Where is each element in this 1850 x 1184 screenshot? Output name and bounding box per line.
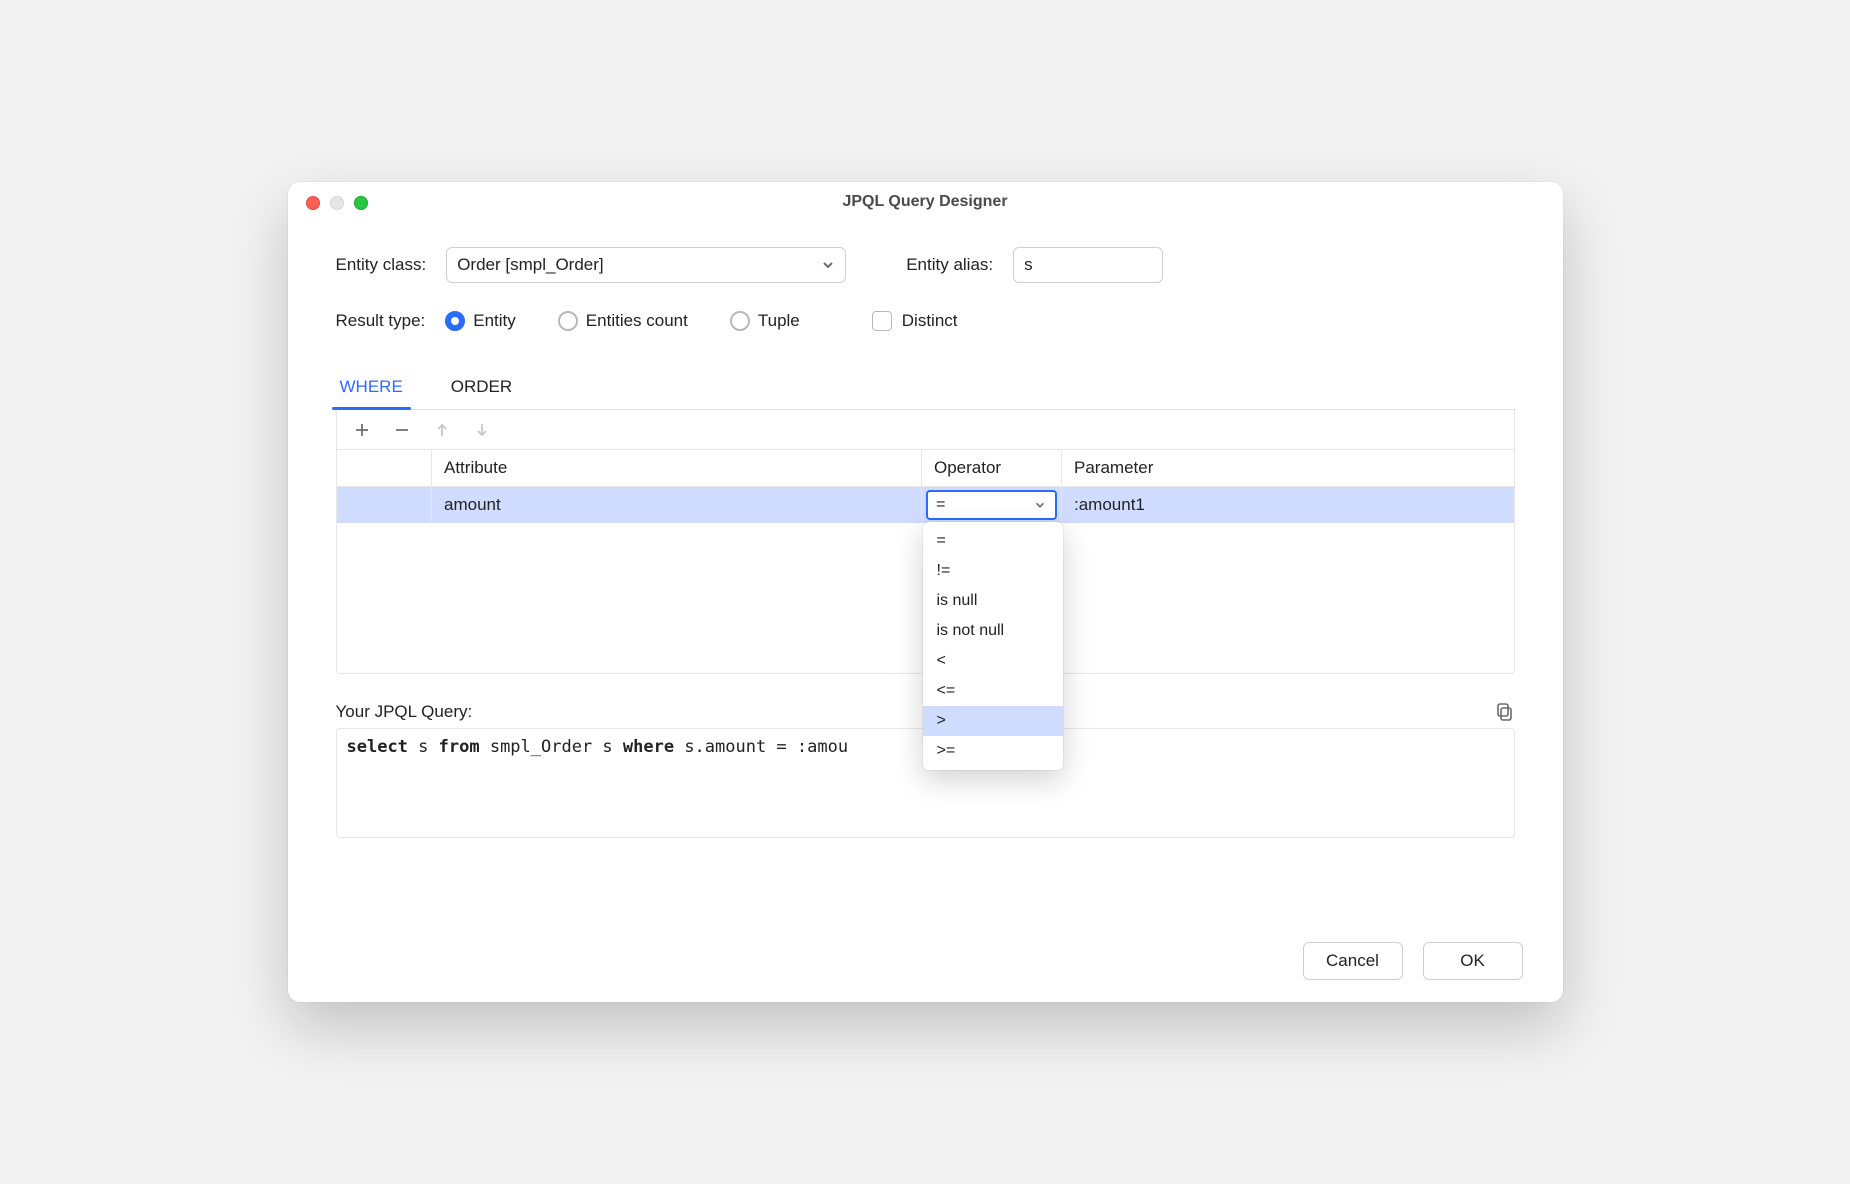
radio-icon — [558, 311, 578, 331]
distinct-checkbox[interactable]: Distinct — [872, 311, 958, 331]
radio-icon — [730, 311, 750, 331]
zoom-window-button[interactable] — [354, 196, 368, 210]
remove-row-button[interactable] — [391, 419, 413, 441]
cancel-button[interactable]: Cancel — [1303, 942, 1403, 980]
window-title: JPQL Query Designer — [842, 193, 1007, 211]
checkbox-icon — [872, 311, 892, 331]
operator-option[interactable]: is null — [923, 586, 1063, 616]
query-label: Your JPQL Query: — [336, 702, 473, 722]
operator-option[interactable]: is not null — [923, 616, 1063, 646]
conditions-table-area: Attribute Operator Parameter amount = — [336, 410, 1515, 674]
add-row-button[interactable] — [351, 419, 373, 441]
operator-option[interactable]: <= — [923, 676, 1063, 706]
header-attribute: Attribute — [432, 450, 922, 487]
chevron-down-icon — [821, 258, 835, 272]
cell-operator[interactable]: = — [922, 487, 1062, 524]
window-controls — [306, 196, 368, 210]
operator-option[interactable]: > — [923, 706, 1063, 736]
chevron-down-icon — [1033, 498, 1047, 512]
move-up-button[interactable] — [431, 419, 453, 441]
move-down-button[interactable] — [471, 419, 493, 441]
copy-query-button[interactable] — [1495, 702, 1515, 722]
tab-where[interactable]: WHERE — [336, 377, 407, 409]
result-type-label: Result type: — [336, 311, 426, 331]
conditions-table: Attribute Operator Parameter amount = — [337, 450, 1514, 523]
entity-class-value: Order [smpl_Order] — [457, 255, 603, 275]
table-row[interactable]: amount = :amount1 — [337, 487, 1514, 524]
minimize-window-button[interactable] — [330, 196, 344, 210]
ok-button[interactable]: OK — [1423, 942, 1523, 980]
table-toolbar — [337, 410, 1514, 450]
entity-class-select[interactable]: Order [smpl_Order] — [446, 247, 846, 283]
operator-option[interactable]: = — [923, 526, 1063, 556]
dialog-window: JPQL Query Designer Entity class: Order … — [288, 182, 1563, 1002]
entity-class-label: Entity class: — [336, 255, 427, 275]
result-type-tuple[interactable]: Tuple — [730, 311, 800, 331]
operator-option[interactable]: < — [923, 646, 1063, 676]
cell-attribute[interactable]: amount — [432, 487, 922, 524]
operator-option[interactable]: != — [923, 556, 1063, 586]
operator-select[interactable]: = — [926, 490, 1057, 520]
header-parameter: Parameter — [1062, 450, 1514, 487]
dialog-footer: Cancel OK — [1303, 942, 1523, 980]
entity-alias-input[interactable]: s — [1013, 247, 1163, 283]
radio-checked-icon — [445, 311, 465, 331]
titlebar: JPQL Query Designer — [288, 182, 1563, 222]
tab-order[interactable]: ORDER — [447, 377, 516, 409]
header-operator: Operator — [922, 450, 1062, 487]
cell-parameter[interactable]: :amount1 — [1062, 487, 1514, 524]
operator-option[interactable]: >= — [923, 736, 1063, 766]
result-type-entities-count[interactable]: Entities count — [558, 311, 688, 331]
condition-tabs: WHERE ORDER — [336, 377, 1515, 410]
entity-alias-label: Entity alias: — [906, 255, 993, 275]
close-window-button[interactable] — [306, 196, 320, 210]
table-header-row: Attribute Operator Parameter — [337, 450, 1514, 487]
result-type-entity[interactable]: Entity — [445, 311, 516, 331]
entity-alias-value: s — [1024, 255, 1033, 275]
operator-dropdown[interactable]: =!=is nullis not null<<=>>= — [923, 522, 1063, 770]
